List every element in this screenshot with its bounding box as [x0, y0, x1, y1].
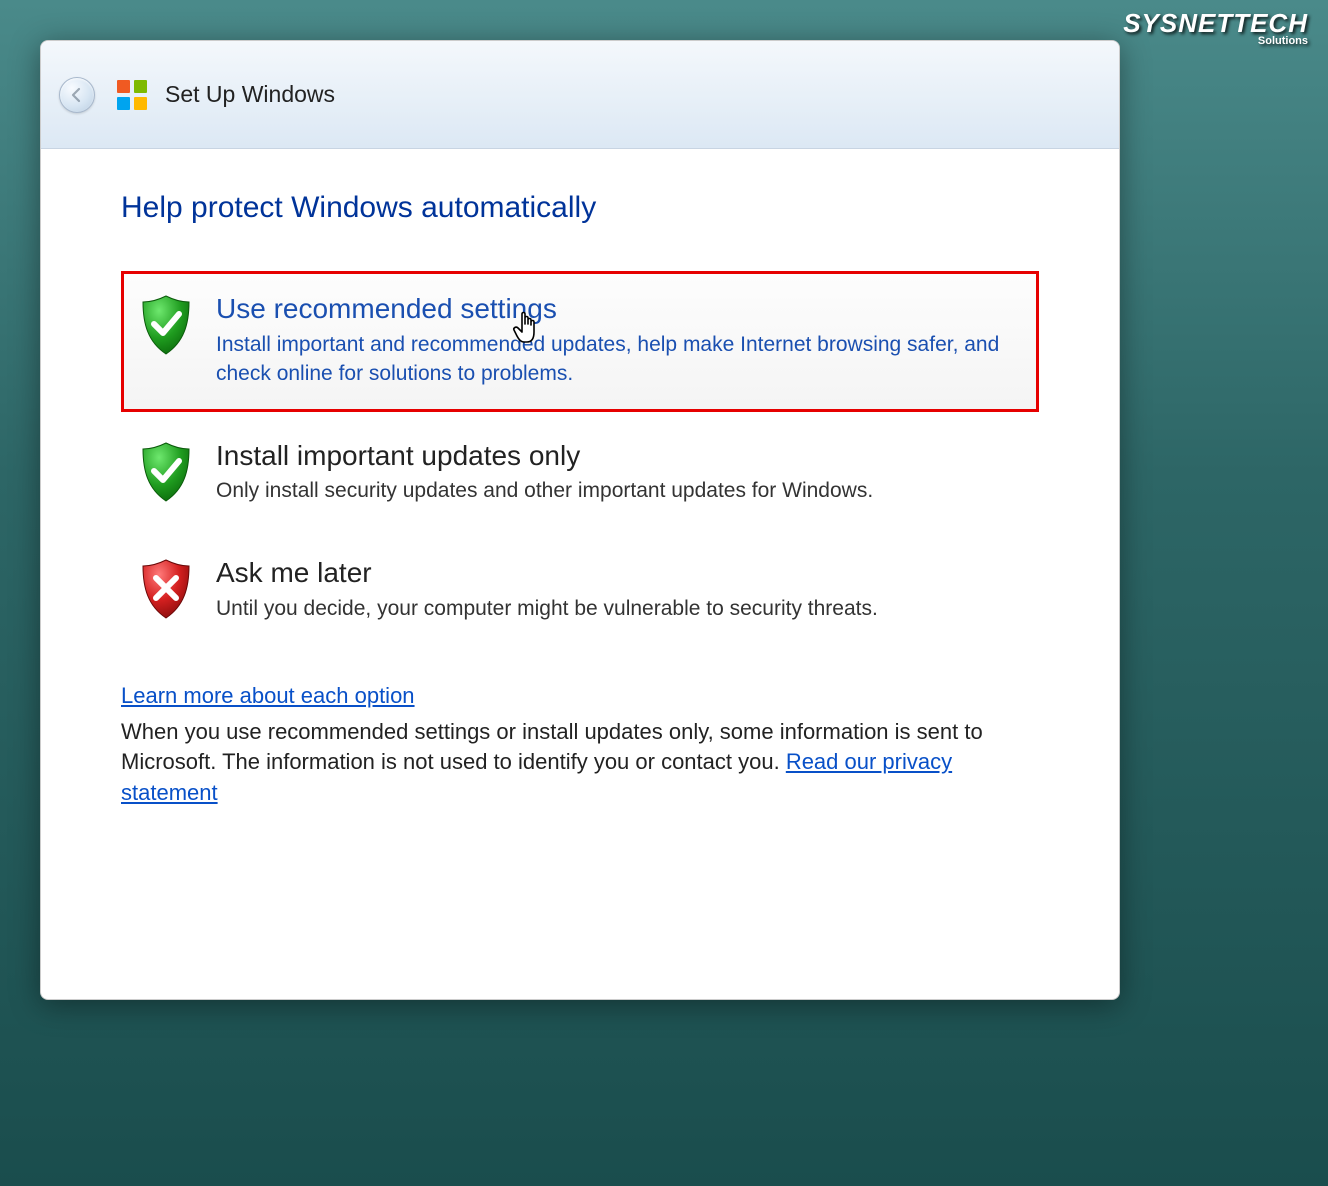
option-ask-later[interactable]: Ask me later Until you decide, your comp…: [121, 535, 1039, 647]
watermark-main: SYSNETTECH: [1123, 8, 1308, 38]
content-area: Help protect Windows automatically: [41, 149, 1119, 829]
shield-x-icon: [138, 558, 194, 620]
option-title: Use recommended settings: [216, 292, 1022, 326]
option-desc: Until you decide, your computer might be…: [216, 595, 1022, 624]
shield-check-icon: [138, 294, 194, 356]
back-arrow-icon: [68, 86, 86, 104]
learn-more-link[interactable]: Learn more about each option: [121, 683, 415, 709]
titlebar-text: Set Up Windows: [165, 81, 335, 108]
back-button[interactable]: [59, 77, 95, 113]
option-recommended[interactable]: Use recommended settings Install importa…: [121, 271, 1039, 412]
option-title: Install important updates only: [216, 439, 1022, 473]
footer-text: When you use recommended settings or ins…: [121, 717, 1039, 809]
page-title: Help protect Windows automatically: [121, 191, 1039, 225]
option-title: Ask me later: [216, 556, 1022, 590]
option-desc: Only install security updates and other …: [216, 477, 1022, 506]
option-important-only[interactable]: Install important updates only Only inst…: [121, 418, 1039, 530]
footer-block: Learn more about each option When you us…: [121, 683, 1039, 809]
watermark-logo: SYSNETTECH Solutions: [1123, 8, 1308, 47]
titlebar: Set Up Windows: [41, 41, 1119, 149]
windows-logo-icon: [117, 80, 147, 110]
shield-check-icon: [138, 441, 194, 503]
option-desc: Install important and recommended update…: [216, 331, 1022, 389]
setup-window: Set Up Windows Help protect Windows auto…: [40, 40, 1120, 1000]
